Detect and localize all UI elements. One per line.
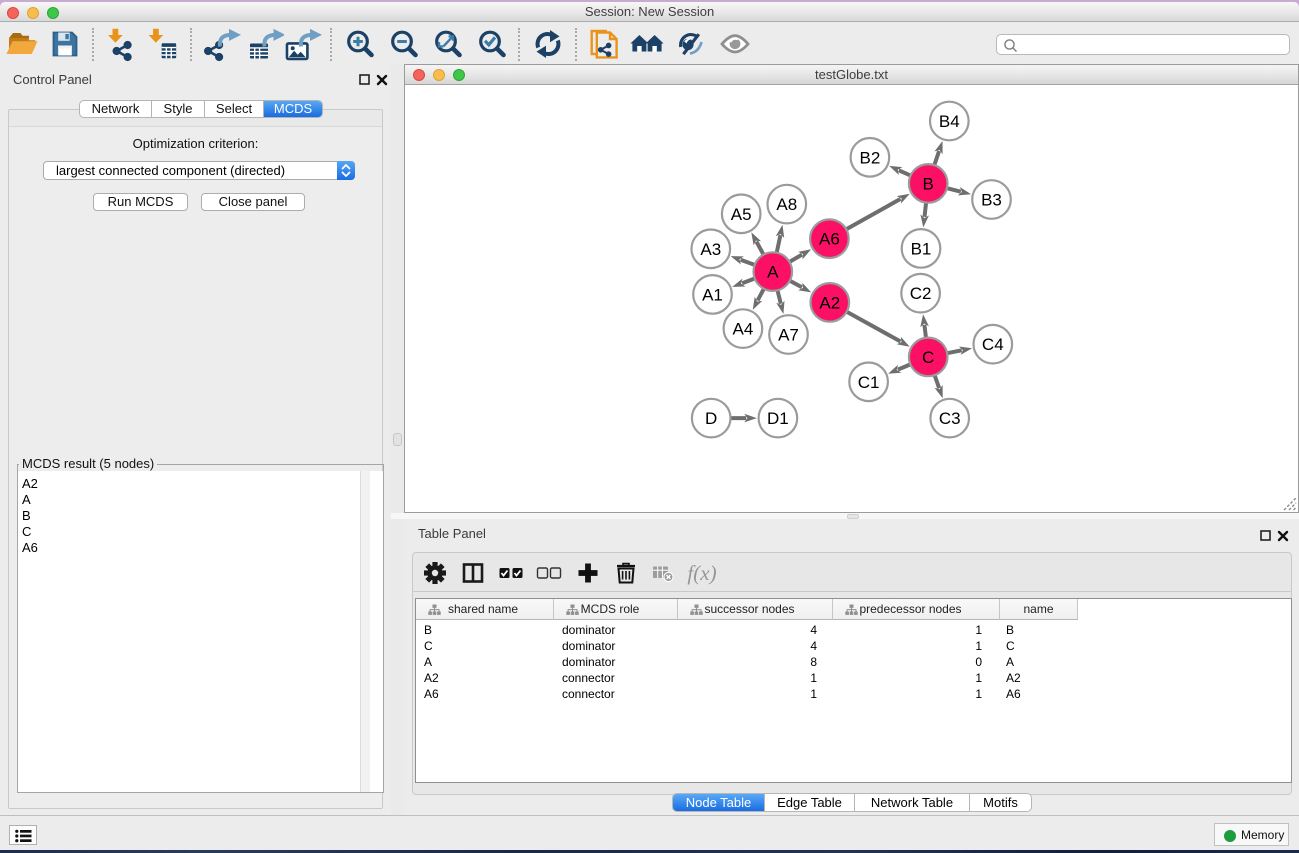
svg-text:f(x): f(x)	[687, 561, 716, 585]
svg-text:B1: B1	[911, 239, 932, 258]
svg-text:A: A	[767, 263, 779, 282]
svg-text:A7: A7	[778, 326, 799, 345]
svg-text:B4: B4	[939, 112, 960, 131]
svg-text:C3: C3	[939, 409, 961, 428]
svg-text:C2: C2	[910, 284, 932, 303]
svg-text:B: B	[923, 174, 934, 193]
svg-text:A3: A3	[700, 240, 721, 259]
svg-text:C4: C4	[982, 335, 1004, 354]
svg-text:B3: B3	[981, 191, 1002, 210]
svg-text:A8: A8	[776, 195, 797, 214]
svg-text:B2: B2	[860, 148, 881, 167]
svg-text:A1: A1	[702, 285, 723, 304]
svg-text:C1: C1	[858, 373, 880, 392]
svg-text:D: D	[705, 409, 717, 428]
svg-text:C: C	[922, 348, 934, 367]
svg-text:A5: A5	[731, 205, 752, 224]
svg-text:A6: A6	[819, 230, 840, 249]
svg-text:A4: A4	[733, 320, 754, 339]
svg-text:A2: A2	[819, 293, 840, 312]
svg-text:D1: D1	[767, 409, 789, 428]
